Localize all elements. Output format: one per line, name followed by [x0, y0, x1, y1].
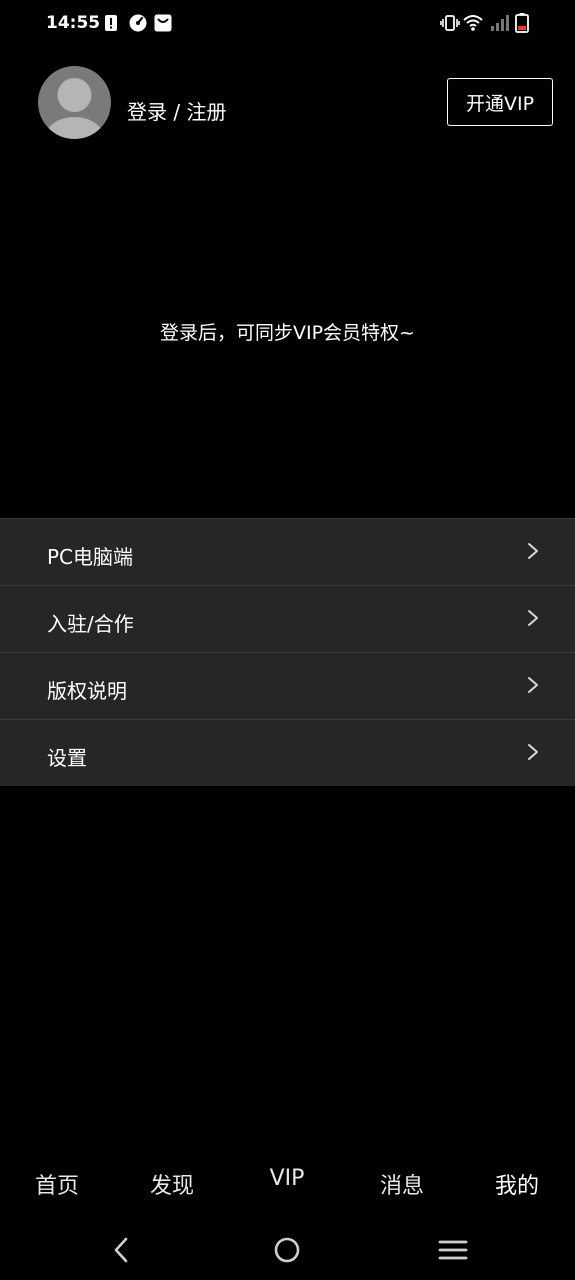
- chevron-right-icon: [528, 543, 538, 559]
- signal-icon: [491, 15, 509, 31]
- system-nav-bar: [0, 1220, 575, 1280]
- menu-item-cooperation[interactable]: 入驻/合作: [0, 585, 575, 652]
- menu-icon[interactable]: [437, 1234, 469, 1266]
- login-hint: 登录后，可同步VIP会员特权~: [160, 322, 415, 344]
- shopping-bag-icon: [154, 14, 172, 32]
- speedometer-icon: [129, 14, 147, 32]
- avatar[interactable]: [38, 66, 111, 139]
- tab-messages[interactable]: 消息: [367, 1168, 437, 1200]
- menu-item-label: 版权说明: [47, 679, 127, 703]
- bottom-tab-bar: 首页 发现 VIP 消息 我的: [0, 1160, 575, 1208]
- menu-item-label: 设置: [47, 746, 87, 770]
- tab-discover[interactable]: 发现: [137, 1168, 207, 1200]
- tab-home[interactable]: 首页: [22, 1168, 92, 1200]
- menu-item-settings[interactable]: 设置: [0, 719, 575, 786]
- tab-vip[interactable]: VIP: [252, 1166, 322, 1191]
- tab-me[interactable]: 我的: [482, 1168, 552, 1200]
- status-time: 14:55: [46, 13, 101, 33]
- login-register-link[interactable]: 登录 / 注册: [127, 96, 226, 125]
- back-icon[interactable]: [106, 1234, 138, 1266]
- wifi-icon: [463, 15, 483, 31]
- chevron-right-icon: [528, 744, 538, 760]
- default-user-icon: [44, 78, 105, 139]
- menu-item-copyright[interactable]: 版权说明: [0, 652, 575, 719]
- menu-item-pc[interactable]: PC电脑端: [0, 518, 575, 585]
- home-icon[interactable]: [271, 1234, 303, 1266]
- battery-icon: [515, 13, 529, 33]
- menu-item-label: PC电脑端: [47, 545, 134, 569]
- profile-screen: 14:55 登录 / 注册 开通VIP 登录后，可同步VIP会员特权~ PC电脑…: [0, 0, 575, 1280]
- chevron-right-icon: [528, 610, 538, 626]
- vibrate-icon: [440, 15, 460, 31]
- status-bar: 14:55: [0, 0, 575, 48]
- open-vip-button[interactable]: 开通VIP: [447, 78, 553, 126]
- settings-menu: PC电脑端 入驻/合作 版权说明 设置: [0, 518, 575, 786]
- menu-item-label: 入驻/合作: [47, 612, 134, 636]
- alert-icon: [105, 15, 117, 31]
- chevron-right-icon: [528, 677, 538, 693]
